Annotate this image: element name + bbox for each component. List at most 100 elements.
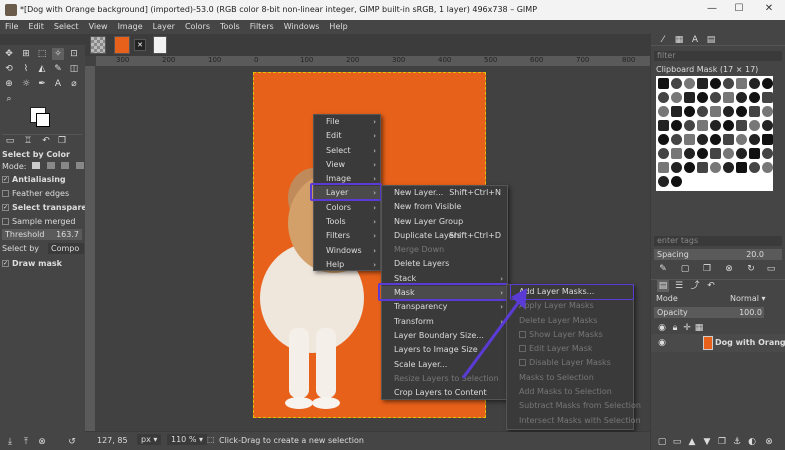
lock-icon[interactable]: 🔒︎	[669, 322, 681, 334]
brush-preset[interactable]	[697, 78, 708, 89]
smudge-tool-icon[interactable]: ☼	[20, 78, 32, 90]
menu-help[interactable]: Help	[324, 20, 352, 34]
warp-tool-icon[interactable]: ⌇	[20, 63, 32, 75]
context-edit[interactable]: Edit ›	[314, 129, 380, 143]
foreground-color-swatch[interactable]	[36, 113, 50, 127]
delete-options-icon[interactable]: ⊗	[36, 436, 48, 448]
image-tab-3[interactable]	[153, 36, 167, 54]
save-options-icon[interactable]: ⤓	[4, 436, 16, 448]
image-tab-2[interactable]	[114, 36, 130, 54]
visibility-eye-icon[interactable]: ◉	[656, 337, 668, 349]
brush-preset[interactable]	[658, 134, 669, 145]
brush-preset[interactable]	[658, 176, 669, 187]
new-layer-item[interactable]: New Layer... Shift+Ctrl+N	[382, 186, 507, 200]
bucket-fill-icon[interactable]: ◭	[36, 63, 48, 75]
brush-preset[interactable]	[710, 148, 721, 159]
duplicate-layer-icon[interactable]: ❐	[716, 436, 728, 448]
brush-preset[interactable]	[723, 92, 734, 103]
brush-preset[interactable]	[762, 148, 773, 159]
maximize-button[interactable]: ☐	[732, 3, 746, 17]
context-colors[interactable]: Colors ›	[314, 201, 380, 215]
brush-preset[interactable]	[684, 120, 695, 131]
context-file[interactable]: File ›	[314, 115, 380, 129]
brush-preset[interactable]	[671, 134, 682, 145]
mask-layer-icon[interactable]: ◐	[746, 436, 758, 448]
brush-preset[interactable]	[684, 162, 695, 173]
menu-file[interactable]: File	[0, 20, 23, 34]
brush-preset[interactable]	[671, 120, 682, 131]
new-brush-icon[interactable]: ▢	[679, 263, 691, 275]
brush-preset[interactable]	[684, 148, 695, 159]
brush-filter-input[interactable]: filter	[654, 51, 782, 61]
sample-merged-checkbox[interactable]: Sample merged	[2, 217, 75, 226]
mode-add-icon[interactable]	[46, 162, 55, 169]
brush-preset[interactable]	[749, 134, 760, 145]
lock-alpha-icon[interactable]: ▦	[693, 322, 705, 334]
layer-mode-dropdown[interactable]: Normal ▾	[730, 294, 766, 303]
menu-image[interactable]: Image	[113, 20, 148, 34]
brush-preset[interactable]	[723, 120, 734, 131]
brush-preset[interactable]	[658, 120, 669, 131]
brush-preset[interactable]	[710, 106, 721, 117]
menu-select[interactable]: Select	[49, 20, 84, 34]
brush-preset[interactable]	[697, 120, 708, 131]
brush-preset[interactable]	[736, 92, 747, 103]
fonts-tab-icon[interactable]: A	[689, 34, 701, 46]
new-from-visible-item[interactable]: New from Visible	[382, 200, 507, 214]
brush-preset[interactable]	[658, 92, 669, 103]
refresh-brushes-icon[interactable]: ↻	[745, 263, 757, 275]
brushes-tab-icon[interactable]: ⁄	[657, 34, 669, 46]
menu-view[interactable]: View	[84, 20, 113, 34]
brush-preset[interactable]	[684, 134, 695, 145]
text-tool-icon[interactable]: A	[52, 78, 64, 90]
select-by-dropdown[interactable]: Compo	[48, 243, 84, 254]
new-layer-icon[interactable]: ▢	[656, 436, 668, 448]
anchor-layer-icon[interactable]: ⚓︎	[731, 436, 743, 448]
brush-preset[interactable]	[749, 92, 760, 103]
menu-layer[interactable]: Layer	[148, 20, 180, 34]
delete-layer-icon[interactable]: ⊗	[763, 436, 775, 448]
brush-preset[interactable]	[762, 92, 773, 103]
device-status-tab-icon[interactable]: ♖	[22, 135, 34, 147]
brush-preset[interactable]	[671, 78, 682, 89]
delete-layers-item[interactable]: Delete Layers	[382, 257, 507, 271]
mode-replace-icon[interactable]	[32, 162, 41, 169]
restore-options-icon[interactable]: ⤒	[20, 436, 32, 448]
brush-preset[interactable]	[697, 148, 708, 159]
context-filters[interactable]: Filters ›	[314, 229, 380, 243]
crop-layers-to-content-item[interactable]: Crop Layers to Content	[382, 386, 507, 400]
raise-layer-icon[interactable]: ▲	[686, 436, 698, 448]
brush-preset[interactable]	[762, 162, 773, 173]
select-transparent-checkbox[interactable]: ✓ Select transparent	[2, 203, 96, 212]
brush-preset[interactable]	[671, 162, 682, 173]
context-tools[interactable]: Tools ›	[314, 215, 380, 229]
close-tab-icon[interactable]: ✕	[134, 39, 146, 51]
brush-preset[interactable]	[736, 134, 747, 145]
brush-preset[interactable]	[762, 106, 773, 117]
brush-preset[interactable]	[723, 78, 734, 89]
brush-preset[interactable]	[749, 162, 760, 173]
layer-row[interactable]: ◉ Dog with Orange b	[651, 334, 785, 352]
color-picker-icon[interactable]: ⌀	[68, 78, 80, 90]
brush-preset[interactable]	[723, 106, 734, 117]
undo-history-tab-icon[interactable]: ↶	[40, 135, 52, 147]
brush-preset[interactable]	[762, 78, 773, 89]
opacity-slider[interactable]: Opacity 100.0	[654, 307, 764, 318]
paths-tool-icon[interactable]: ✒	[36, 78, 48, 90]
duplicate-brush-icon[interactable]: ❐	[701, 263, 713, 275]
brush-preset[interactable]	[684, 106, 695, 117]
fuzzy-select-icon[interactable]: ✧	[52, 48, 64, 60]
brush-preset[interactable]	[736, 120, 747, 131]
paths-tab-icon[interactable]: ⤴	[689, 280, 701, 292]
brush-preset[interactable]	[671, 176, 682, 187]
brush-preset[interactable]	[749, 120, 760, 131]
brush-preset[interactable]	[658, 148, 669, 159]
minimize-button[interactable]: —	[705, 3, 719, 17]
transform-tool-icon[interactable]: ⟲	[3, 63, 15, 75]
eraser-icon[interactable]: ◫	[68, 63, 80, 75]
menu-filters[interactable]: Filters	[245, 20, 279, 34]
menu-windows[interactable]: Windows	[279, 20, 325, 34]
image-tab-1[interactable]	[90, 36, 106, 54]
brush-preset[interactable]	[671, 92, 682, 103]
brush-preset[interactable]	[723, 134, 734, 145]
